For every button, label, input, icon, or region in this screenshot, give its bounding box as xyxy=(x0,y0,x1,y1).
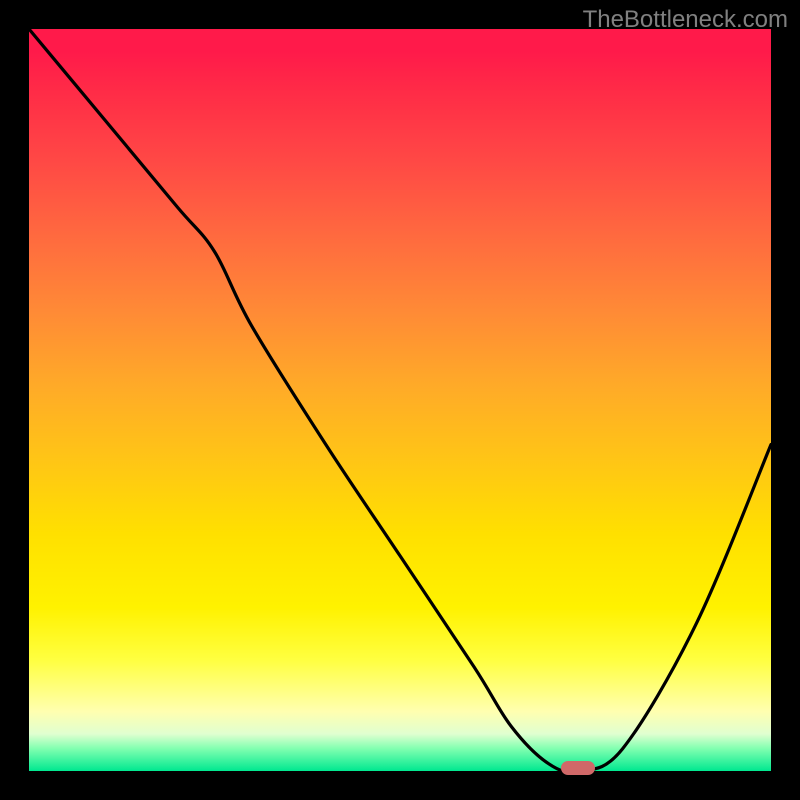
bottleneck-curve xyxy=(29,29,771,771)
curve-path xyxy=(29,29,771,771)
plot-area xyxy=(29,29,771,771)
watermark-text: TheBottleneck.com xyxy=(583,6,788,34)
optimal-marker-icon xyxy=(561,761,595,775)
